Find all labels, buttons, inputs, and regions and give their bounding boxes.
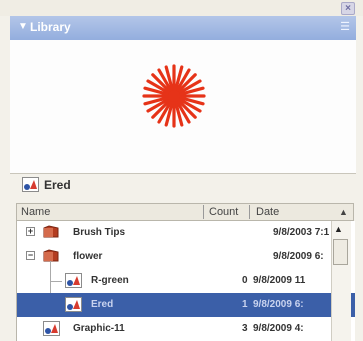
vertical-scrollbar[interactable]: ▲	[331, 221, 351, 341]
scroll-up-icon[interactable]: ▲	[334, 224, 343, 234]
library-item-list: + Brush Tips 9/8/2003 7:1 − flower 9/8/2…	[16, 221, 355, 341]
list-item[interactable]: R-green 0 9/8/2009 11	[17, 269, 355, 293]
item-date: 9/8/2009 6:	[253, 299, 304, 310]
graphic-symbol-icon	[22, 177, 39, 192]
item-date: 9/8/2009 11	[253, 275, 306, 286]
selected-symbol-bar: Ered	[10, 174, 356, 196]
item-count: 0	[242, 275, 248, 286]
list-item[interactable]: Graphic-11 3 9/8/2009 4:	[17, 317, 355, 341]
panel-title-bar[interactable]: ▼ Library ☰	[10, 16, 356, 40]
item-name: Brush Tips	[73, 227, 126, 238]
expand-icon[interactable]: +	[26, 227, 35, 236]
item-name: R-green	[91, 275, 129, 286]
item-date: 9/8/2003 7:1	[273, 227, 330, 238]
library-panel: × ▼ Library ☰ Ered Name Count Date ▲ + B…	[0, 0, 363, 341]
column-date-header[interactable]: Date	[256, 206, 279, 218]
item-date: 9/8/2009 6:	[273, 251, 324, 262]
triangle-down-icon[interactable]: ▼	[18, 21, 28, 32]
panel-options-icon[interactable]: ☰	[340, 20, 350, 33]
column-name-header[interactable]: Name	[21, 206, 50, 218]
flower-center	[168, 90, 180, 102]
item-count: 1	[242, 299, 248, 310]
close-icon[interactable]: ×	[341, 2, 355, 15]
item-name: Ered	[91, 299, 114, 310]
column-divider[interactable]	[249, 205, 250, 219]
item-name: Graphic-11	[73, 323, 125, 334]
list-item[interactable]: − flower 9/8/2009 6:	[17, 245, 355, 269]
list-item[interactable]: + Brush Tips 9/8/2003 7:1	[17, 221, 355, 245]
item-name: flower	[73, 251, 103, 262]
column-divider[interactable]	[203, 205, 204, 219]
graphic-symbol-icon	[65, 273, 82, 288]
folder-icon	[43, 225, 59, 238]
selected-symbol-name: Ered	[44, 178, 71, 192]
folder-icon	[43, 249, 59, 262]
window-top-strip: ×	[0, 0, 363, 16]
item-date: 9/8/2009 4:	[253, 323, 304, 334]
symbol-preview-area	[10, 40, 356, 174]
panel-title: Library	[30, 20, 71, 34]
sort-ascending-icon[interactable]: ▲	[339, 207, 348, 217]
scrollbar-thumb[interactable]	[333, 239, 348, 265]
item-count: 3	[242, 323, 248, 334]
list-item-selected[interactable]: Ered 1 9/8/2009 6:	[17, 293, 355, 317]
flower-preview-graphic	[142, 64, 206, 128]
library-column-header: Name Count Date ▲	[16, 203, 354, 221]
collapse-icon[interactable]: −	[26, 251, 35, 260]
graphic-symbol-icon	[43, 321, 60, 336]
column-count-header[interactable]: Count	[209, 206, 238, 218]
graphic-symbol-icon	[65, 297, 82, 312]
